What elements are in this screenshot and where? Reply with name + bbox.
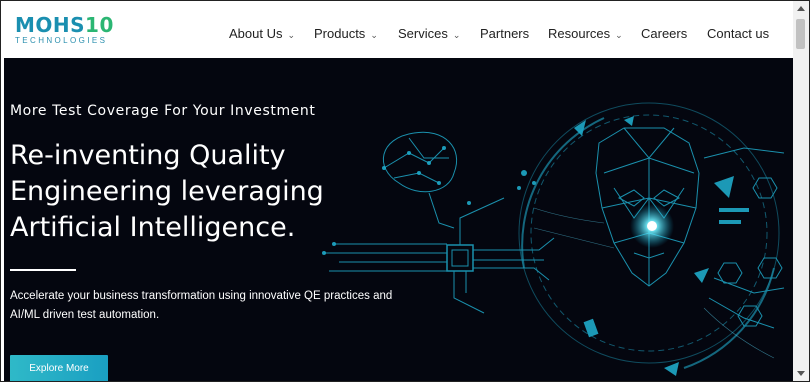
- hero-kicker: More Test Coverage For Your Investment: [10, 103, 316, 119]
- browser-viewport: MOHS10 TECHNOLOGIES About Us ⌄ Products ⌄ …: [0, 0, 810, 382]
- nav-item-contact-us[interactable]: Contact us: [707, 26, 769, 41]
- site-header: MOHS10 TECHNOLOGIES About Us ⌄ Products ⌄ …: [1, 1, 793, 58]
- nav-item-products[interactable]: Products ⌄: [314, 26, 378, 41]
- nav-label: Contact us: [707, 26, 770, 41]
- scroll-up-icon[interactable]: [797, 6, 805, 11]
- nav-item-about-us[interactable]: About Us ⌄: [229, 26, 295, 41]
- nav-label: Resources: [548, 26, 611, 41]
- explore-more-button[interactable]: Explore More: [10, 355, 108, 381]
- nav-label: About Us: [229, 26, 283, 41]
- nav-label: Products: [314, 26, 366, 41]
- nav-label: Partners: [480, 26, 530, 41]
- nav-item-careers[interactable]: Careers: [641, 26, 687, 41]
- hero-divider: [10, 269, 76, 271]
- logo-text-primary: MOHS: [15, 13, 86, 37]
- description-line: Accelerate your business transformation …: [10, 290, 393, 302]
- logo-wordmark: MOHS10: [15, 13, 114, 37]
- company-logo[interactable]: MOHS10 TECHNOLOGIES: [15, 13, 114, 49]
- hero-headline: Re-inventing Quality Engineering leverag…: [10, 138, 370, 246]
- logo-text-accent: 10: [85, 13, 114, 37]
- scroll-down-icon[interactable]: [797, 371, 805, 376]
- vertical-scrollbar[interactable]: [793, 1, 809, 381]
- nav-label: Services: [398, 26, 448, 41]
- nav-item-services[interactable]: Services ⌄: [398, 26, 460, 41]
- nav-item-resources[interactable]: Resources ⌄: [548, 26, 623, 41]
- nav-item-partners[interactable]: Partners: [480, 26, 529, 41]
- headline-line: Re-inventing Quality: [10, 140, 286, 171]
- headline-line: Artificial Intelligence.: [10, 212, 296, 243]
- scroll-thumb[interactable]: [796, 19, 805, 49]
- description-line: AI/ML driven test automation.: [10, 309, 160, 321]
- logo-tagline: TECHNOLOGIES: [15, 36, 108, 45]
- hero-banner: More Test Coverage For Your Investment R…: [4, 58, 793, 381]
- nav-label: Careers: [641, 26, 688, 41]
- chevron-down-icon: ⌄: [287, 30, 296, 40]
- ai-face-circuit-illustration: [322, 102, 785, 376]
- chevron-down-icon: ⌄: [370, 30, 378, 40]
- headline-line: Engineering leveraging: [10, 176, 324, 207]
- chevron-down-icon: ⌄: [615, 30, 623, 40]
- hero-description: Accelerate your business transformation …: [10, 287, 430, 325]
- chevron-down-icon: ⌄: [452, 30, 461, 40]
